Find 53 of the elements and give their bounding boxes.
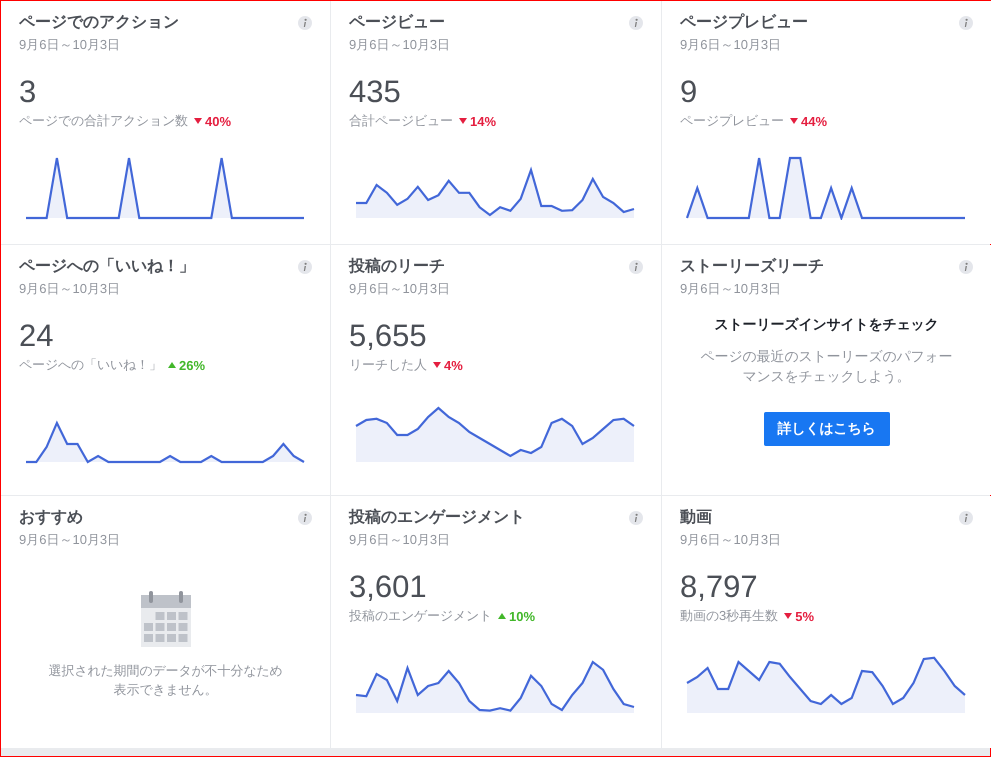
metric-label: ページでの合計アクション数: [19, 112, 188, 130]
card-title: ページへの「いいね！」: [19, 257, 195, 277]
metric-value: 8,797: [680, 569, 759, 605]
date-range: 9月6日～10月3日: [349, 36, 452, 54]
metric-value: 24: [19, 318, 54, 354]
card-title: 投稿のリーチ: [349, 257, 445, 277]
metric-label: ページプレビュー: [680, 112, 784, 130]
metric-value: 3: [19, 74, 38, 110]
date-range: 9月6日～10月3日: [19, 36, 122, 54]
metric-value: 5,655: [349, 318, 428, 354]
change-percent: 10%: [509, 608, 536, 624]
info-icon[interactable]: [629, 16, 643, 30]
date-range: 9月6日～10月3日: [19, 280, 122, 298]
empty-message: 選択された期間のデータが不十分なため表示できません。: [48, 662, 284, 699]
card-title: ページでのアクション: [19, 13, 179, 33]
change-percent: 5%: [795, 608, 814, 624]
info-icon[interactable]: [298, 260, 312, 274]
metric-label: リーチした人: [349, 356, 427, 374]
date-range: 9月6日～10月3日: [349, 280, 452, 298]
card-title: 投稿のエンゲージメント: [349, 508, 525, 528]
card-title: ストーリーズリーチ: [680, 257, 824, 277]
learn-more-button[interactable]: 詳しくはこちら: [764, 412, 890, 446]
metric-value: 435: [349, 74, 402, 110]
info-icon[interactable]: [298, 16, 312, 30]
card-title: ページプレビュー: [680, 13, 808, 33]
metric-label: 合計ページビュー: [349, 112, 453, 130]
change-percent: 4%: [444, 358, 463, 372]
metric-label: 投稿のエンゲージメント: [349, 607, 492, 625]
promo-text: ページの最近のストーリーズのパフォーマンスをチェックしよう。: [700, 347, 954, 386]
promo-heading: ストーリーズインサイトをチェック: [714, 316, 938, 334]
card-title: 動画: [680, 508, 712, 528]
date-range: 9月6日～10月3日: [680, 531, 782, 549]
metric-label: 動画の3秒再生数: [680, 607, 778, 625]
info-icon[interactable]: [629, 511, 643, 525]
metric-label: ページへの「いいね！」: [19, 356, 162, 374]
info-icon[interactable]: [959, 16, 973, 30]
change-percent: 26%: [179, 358, 206, 372]
date-range: 9月6日～10月3日: [680, 36, 782, 54]
card-title: ページビュー: [349, 13, 445, 33]
info-icon[interactable]: [298, 511, 312, 525]
date-range: 9月6日～10月3日: [680, 280, 782, 298]
change-percent: 44%: [801, 114, 828, 128]
info-icon[interactable]: [629, 260, 643, 274]
metric-value: 3,601: [349, 569, 428, 605]
calendar-icon: [140, 591, 190, 647]
change-percent: 40%: [205, 114, 232, 128]
metric-value: 9: [680, 74, 698, 110]
date-range: 9月6日～10月3日: [19, 531, 122, 549]
card-title: おすすめ: [19, 508, 83, 528]
date-range: 9月6日～10月3日: [349, 531, 452, 549]
change-percent: 14%: [470, 114, 496, 128]
info-icon[interactable]: [959, 511, 973, 525]
info-icon[interactable]: [959, 260, 973, 274]
